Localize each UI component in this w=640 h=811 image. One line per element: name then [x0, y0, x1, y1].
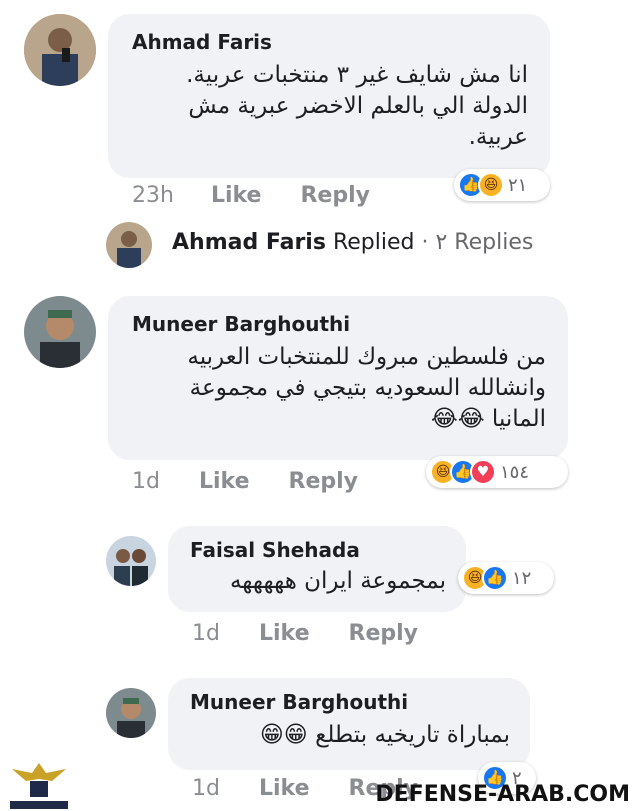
reply-bubble: Faisal Shehada بمجموعة ايران هههههه: [168, 526, 466, 612]
reply-actions: 1d Like Reply: [192, 621, 418, 646]
reply-button[interactable]: Reply: [289, 469, 359, 494]
comment-author[interactable]: Muneer Barghouthi: [132, 312, 546, 336]
forum-logo-icon: [10, 763, 68, 809]
avatar[interactable]: [106, 688, 156, 738]
comment-actions: 1d Like Reply: [132, 469, 358, 494]
reply-author[interactable]: Faisal Shehada: [190, 538, 446, 562]
comment-time[interactable]: 1d: [132, 469, 160, 494]
reaction-summary[interactable]: 😆 👍 ♥ ١٥٤: [426, 456, 568, 488]
avatar[interactable]: [106, 222, 152, 268]
replied-author[interactable]: Ahmad Faris: [172, 230, 326, 255]
avatar[interactable]: [24, 14, 96, 86]
watermark: DEFENSE-ARAB.COM: [375, 782, 630, 807]
like-button[interactable]: Like: [259, 776, 310, 801]
replies-count[interactable]: ٢ Replies: [435, 230, 533, 255]
haha-reaction-icon: 😆: [478, 172, 504, 198]
reaction-summary[interactable]: 👍 😆 ٢١: [454, 169, 550, 201]
comment-actions: 23h Like Reply: [132, 183, 370, 208]
like-button[interactable]: Like: [211, 183, 262, 208]
comment-bubble: Muneer Barghouthi من فلسطين مبروك للمنتخ…: [108, 296, 568, 460]
comment-text: من فلسطين مبروك للمنتخبات العربيه وانشال…: [187, 344, 546, 432]
like-button[interactable]: Like: [259, 621, 310, 646]
reply-bubble: Muneer Barghouthi بمباراة تاريخيه بتطلع …: [168, 678, 530, 770]
reaction-count: ٢١: [508, 174, 528, 196]
reply-text: بمباراة تاريخيه بتطلع 😁😁: [259, 722, 510, 748]
reaction-summary[interactable]: 😆 👍 ١٢: [458, 562, 554, 594]
comment-bubble: Ahmad Faris انا مش شايف غير ٣ منتخبات عر…: [108, 14, 550, 178]
comment-time[interactable]: 23h: [132, 183, 174, 208]
separator: ·: [421, 230, 429, 255]
reply-button[interactable]: Reply: [300, 183, 370, 208]
reply-time[interactable]: 1d: [192, 776, 220, 801]
avatar[interactable]: [106, 536, 156, 586]
like-button[interactable]: Like: [199, 469, 250, 494]
replied-label: Replied: [332, 230, 415, 255]
comment-text: انا مش شايف غير ٣ منتخبات عربية. الدولة …: [186, 62, 528, 150]
love-reaction-icon: ♥: [470, 459, 496, 485]
comment-author[interactable]: Ahmad Faris: [132, 30, 528, 54]
replied-row[interactable]: Ahmad Faris Replied · ٢ Replies: [172, 230, 533, 255]
like-reaction-icon: 👍: [482, 565, 508, 591]
reaction-count: ١٢: [512, 567, 532, 589]
reply-time[interactable]: 1d: [192, 621, 220, 646]
avatar[interactable]: [24, 296, 96, 368]
reply-text: بمجموعة ايران هههههه: [229, 568, 446, 594]
reaction-count: ١٥٤: [500, 461, 530, 483]
reply-author[interactable]: Muneer Barghouthi: [190, 690, 510, 714]
reply-button[interactable]: Reply: [349, 621, 419, 646]
